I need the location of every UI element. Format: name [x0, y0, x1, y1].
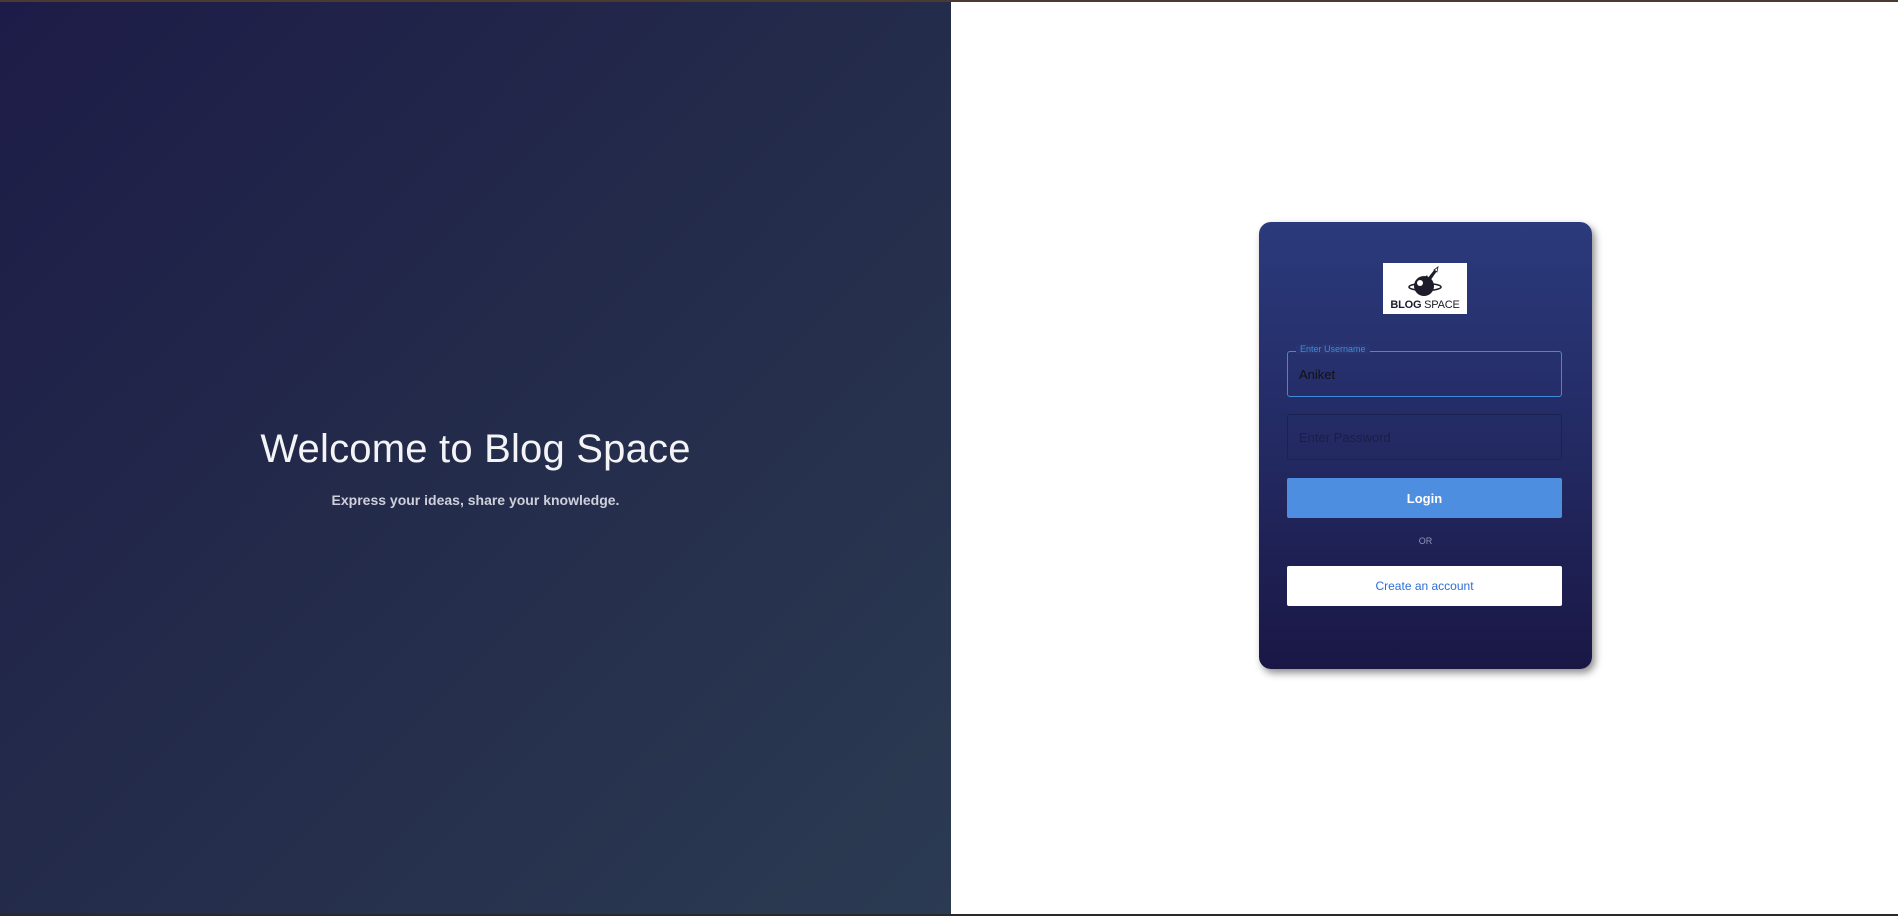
or-divider: OR	[1418, 536, 1433, 546]
login-card: BLOG SPACE Enter Username Login OR Creat…	[1259, 222, 1592, 669]
rocket-globe-icon	[1408, 266, 1442, 296]
blog-space-logo: BLOG SPACE	[1383, 263, 1467, 314]
logo-wordmark: BLOG SPACE	[1383, 299, 1467, 311]
logo-text-blog: BLOG	[1390, 299, 1422, 311]
create-account-button[interactable]: Create an account	[1287, 566, 1562, 606]
welcome-panel: Welcome to Blog Space Express your ideas…	[0, 2, 951, 914]
password-input[interactable]	[1288, 415, 1561, 459]
logo-text-space: SPACE	[1424, 299, 1460, 311]
hero-title: Welcome to Blog Space	[260, 427, 691, 471]
hero-subtitle: Express your ideas, share your knowledge…	[331, 492, 620, 508]
username-input[interactable]	[1288, 352, 1561, 396]
login-button[interactable]: Login	[1287, 478, 1562, 518]
username-field[interactable]: Enter Username	[1287, 344, 1562, 397]
hero: Welcome to Blog Space Express your ideas…	[0, 427, 951, 508]
password-field[interactable]	[1287, 414, 1562, 460]
